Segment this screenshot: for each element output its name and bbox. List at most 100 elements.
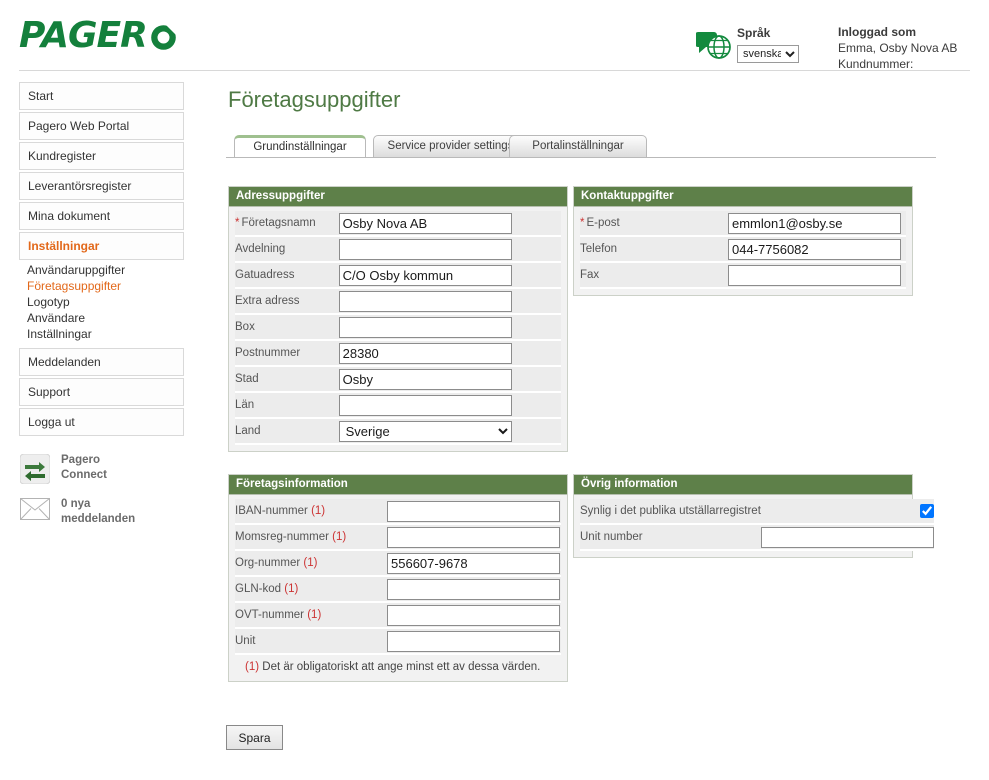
field-cell bbox=[728, 262, 906, 289]
form-row: Telefon bbox=[580, 236, 906, 263]
note-marker: (1) bbox=[307, 609, 322, 621]
required-marker: * bbox=[580, 217, 585, 229]
page-header: PAGER Språk svenska Inloggad som Emma, O… bbox=[0, 0, 989, 71]
label-ovt-nummer: OVT-nummer (1) bbox=[235, 602, 387, 629]
field-cell: Sverige bbox=[338, 418, 561, 445]
select-land[interactable]: Sverige bbox=[338, 420, 512, 442]
field-cell bbox=[760, 524, 934, 551]
sidebar-nav: Start Pagero Web Portal Kundregister Lev… bbox=[19, 82, 184, 532]
label-gatuadress: Gatuadress bbox=[235, 262, 339, 289]
note-marker: (1) bbox=[284, 583, 299, 595]
sidebar-item-support[interactable]: Support bbox=[19, 378, 184, 406]
sidebar-item-mina-dokument[interactable]: Mina dokument bbox=[19, 202, 184, 230]
header-divider bbox=[19, 70, 970, 71]
form-row: Extra adress bbox=[235, 288, 561, 315]
tab-service-provider-settings[interactable]: Service provider settings bbox=[373, 135, 528, 158]
input-extra-adress[interactable] bbox=[338, 290, 512, 312]
panel-title-ovrig-information: Övrig information bbox=[574, 475, 912, 495]
main-content: Företagsuppgifter Grundinställningar Ser… bbox=[226, 88, 971, 692]
page-title: Företagsuppgifter bbox=[228, 87, 401, 112]
sidebar-subitem-foretagsuppgifter[interactable]: Företagsuppgifter bbox=[25, 278, 184, 294]
sidebar-item-meddelanden[interactable]: Meddelanden bbox=[19, 348, 184, 376]
sidebar-subitem-anvandaruppgifter[interactable]: Användaruppgifter bbox=[25, 262, 184, 278]
field-cell bbox=[338, 211, 561, 237]
messages-line2: meddelanden bbox=[61, 513, 136, 525]
input-gln-kod[interactable] bbox=[387, 578, 560, 600]
input-stad[interactable] bbox=[338, 368, 512, 390]
tab-grundinstallningar[interactable]: Grundinställningar bbox=[234, 135, 366, 158]
field-cell bbox=[338, 236, 561, 263]
sidebar-submenu: Användaruppgifter Företagsuppgifter Logo… bbox=[19, 262, 184, 342]
panel-kontaktuppgifter: Kontaktuppgifter *E-post Telefon Fax bbox=[573, 186, 913, 296]
messages-widget[interactable]: 0 nya meddelanden bbox=[19, 498, 184, 532]
label-avdelning: Avdelning bbox=[235, 236, 339, 263]
label-fax: Fax bbox=[580, 262, 728, 289]
input-telefon[interactable] bbox=[728, 238, 901, 260]
label-text: IBAN-nummer bbox=[235, 505, 308, 517]
input-postnummer[interactable] bbox=[338, 342, 512, 364]
save-button-wrap: Spara bbox=[226, 725, 283, 750]
form-row: Momsreg-nummer (1) bbox=[235, 524, 561, 551]
input-epost[interactable] bbox=[728, 212, 901, 234]
form-row: Unit bbox=[235, 628, 561, 655]
input-lan[interactable] bbox=[338, 394, 512, 416]
label-unit-number: Unit number bbox=[580, 524, 761, 551]
checkbox-synlig-publika-registret[interactable] bbox=[919, 504, 934, 519]
form-row: GLN-kod (1) bbox=[235, 576, 561, 603]
sidebar-item-leverantorsregister[interactable]: Leverantörsregister bbox=[19, 172, 184, 200]
input-gatuadress[interactable] bbox=[338, 264, 512, 286]
sync-arrows-icon bbox=[19, 453, 51, 485]
logo-wordmark: PAGER bbox=[19, 15, 148, 56]
save-button[interactable]: Spara bbox=[226, 725, 283, 750]
input-unit-number[interactable] bbox=[760, 526, 934, 548]
label-text: Företagsnamn bbox=[241, 217, 316, 229]
input-ovt-nummer[interactable] bbox=[387, 604, 560, 626]
sidebar-item-logga-ut[interactable]: Logga ut bbox=[19, 408, 184, 436]
panel-title-kontaktuppgifter: Kontaktuppgifter bbox=[574, 187, 912, 207]
input-fax[interactable] bbox=[728, 264, 901, 286]
sidebar-subitem-anvandare[interactable]: Användare bbox=[25, 310, 184, 326]
panel-body-foretagsinformation: IBAN-nummer (1) Momsreg-nummer (1) Org-n… bbox=[229, 495, 567, 681]
input-momsreg-nummer[interactable] bbox=[387, 526, 560, 548]
form-row: Unit number bbox=[580, 524, 934, 551]
form-row: Län bbox=[235, 392, 561, 419]
input-iban-nummer[interactable] bbox=[387, 500, 560, 522]
sidebar-subitem-installningar[interactable]: Inställningar bbox=[25, 326, 184, 342]
panel-adressuppgifter: Adressuppgifter *Företagsnamn Avdelning … bbox=[228, 186, 568, 452]
account-info: Inloggad som Emma, Osby Nova AB Kundnumm… bbox=[838, 24, 957, 72]
pagero-connect-line2: Connect bbox=[61, 469, 107, 481]
sidebar-subitem-logotyp[interactable]: Logotyp bbox=[25, 294, 184, 310]
required-marker: * bbox=[235, 217, 240, 229]
sidebar-item-kundregister[interactable]: Kundregister bbox=[19, 142, 184, 170]
sidebar-item-installningar[interactable]: Inställningar bbox=[19, 232, 184, 260]
sidebar-item-pagero-web-portal[interactable]: Pagero Web Portal bbox=[19, 112, 184, 140]
other-form: Synlig i det publika utställarregistret … bbox=[580, 499, 934, 551]
field-cell bbox=[387, 550, 561, 577]
input-foretagsnamn[interactable] bbox=[338, 212, 512, 234]
note-marker: (1) bbox=[245, 661, 260, 673]
input-avdelning[interactable] bbox=[338, 238, 512, 260]
form-row: Gatuadress bbox=[235, 262, 561, 289]
label-text: Momsreg-nummer bbox=[235, 531, 329, 543]
logged-in-as-label: Inloggad som bbox=[838, 25, 916, 39]
panel-ovrig-information: Övrig information Synlig i det publika u… bbox=[573, 474, 934, 558]
field-cell bbox=[387, 576, 561, 603]
label-lan: Län bbox=[235, 392, 339, 419]
input-box[interactable] bbox=[338, 316, 512, 338]
input-unit[interactable] bbox=[387, 630, 560, 652]
language-label: Språk bbox=[737, 26, 771, 40]
pagero-connect-widget[interactable]: Pagero Connect bbox=[19, 453, 184, 488]
field-cell bbox=[387, 628, 561, 655]
label-gln-kod: GLN-kod (1) bbox=[235, 576, 387, 603]
tab-portalinstallningar[interactable]: Portalinställningar bbox=[509, 135, 647, 158]
form-row: Land Sverige bbox=[235, 418, 561, 445]
contact-form: *E-post Telefon Fax bbox=[580, 211, 906, 289]
label-land: Land bbox=[235, 418, 339, 445]
label-iban-nummer: IBAN-nummer (1) bbox=[235, 499, 387, 525]
input-org-nummer[interactable] bbox=[387, 552, 560, 574]
panel-foretagsinformation: Företagsinformation IBAN-nummer (1) Moms… bbox=[228, 474, 568, 682]
note-marker: (1) bbox=[332, 531, 347, 543]
sidebar-item-start[interactable]: Start bbox=[19, 82, 184, 110]
language-select[interactable]: svenska bbox=[737, 45, 799, 63]
field-cell bbox=[338, 366, 561, 393]
